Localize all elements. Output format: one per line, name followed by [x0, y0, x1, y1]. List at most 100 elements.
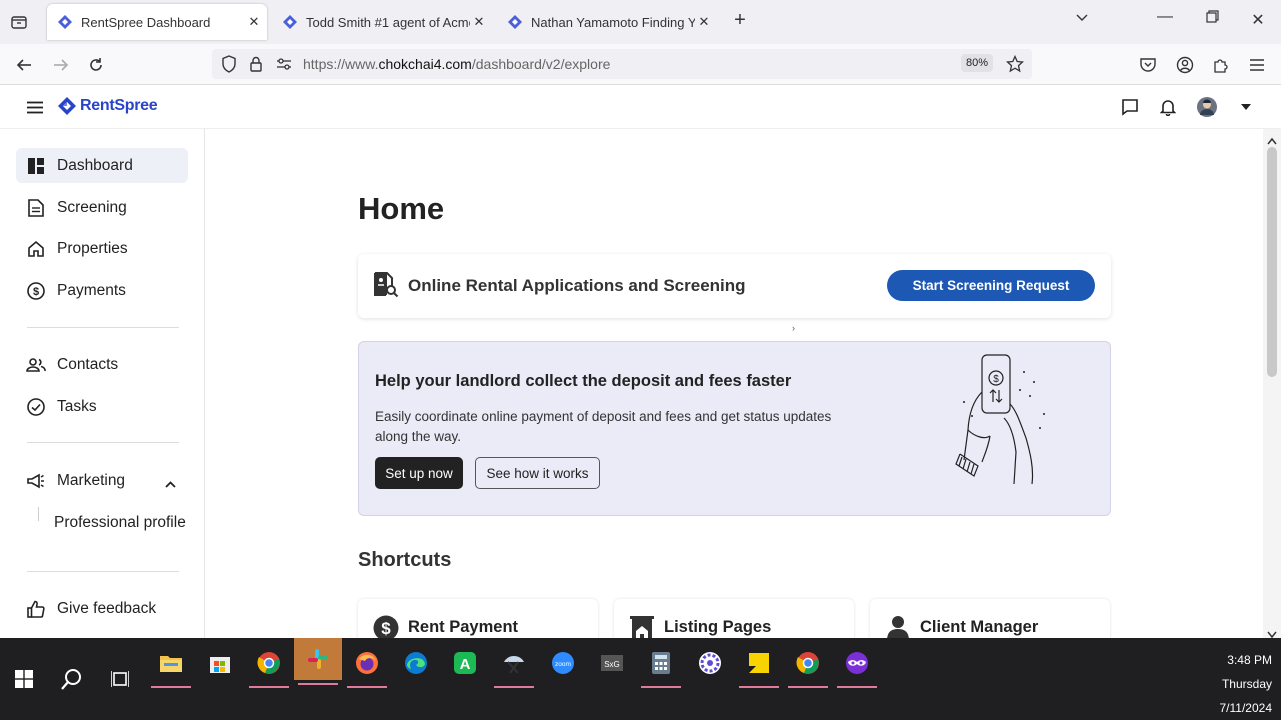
taskbar-clock[interactable]: 3:48 PM Thursday 7/11/2024: [1220, 648, 1273, 720]
sidebar-item-screening[interactable]: Screening: [16, 190, 188, 225]
shortcut-listing-pages[interactable]: Listing Pages: [614, 599, 854, 638]
page-scrollbar[interactable]: [1263, 129, 1281, 639]
file-explorer-icon[interactable]: [151, 643, 191, 688]
chat-icon[interactable]: [1119, 96, 1141, 118]
mouse-cursor: ›: [792, 323, 795, 333]
reload-icon[interactable]: [85, 54, 107, 76]
close-tab-icon[interactable]: ✕: [470, 14, 488, 30]
lock-icon[interactable]: [245, 53, 267, 75]
sticky-notes-icon[interactable]: [739, 643, 779, 688]
hamburger-menu-icon[interactable]: [1246, 54, 1268, 76]
shortcut-rent-payment[interactable]: $ Rent Payment: [358, 599, 598, 638]
url-path: /dashboard/v2/explore: [471, 56, 611, 72]
app-running-indicator: [249, 686, 289, 688]
url-host: chokchai4.com: [378, 56, 472, 72]
sidebar-item-label: Professional profile: [54, 513, 186, 531]
windows-start-icon[interactable]: [4, 659, 44, 699]
see-how-it-works-button[interactable]: See how it works: [475, 457, 600, 489]
shortcut-label: Client Manager: [920, 618, 1039, 636]
task-view-icon[interactable]: [100, 659, 140, 699]
url-text[interactable]: https://www.chokchai4.com/dashboard/v2/e…: [303, 56, 610, 72]
zoom-app-icon[interactable]: zoom: [543, 643, 583, 683]
account-icon[interactable]: [1174, 54, 1196, 76]
sidebar-item-professional-profile[interactable]: Professional profile: [44, 505, 194, 540]
microsoft-store-icon[interactable]: [200, 643, 240, 683]
set-up-now-button[interactable]: Set up now: [375, 457, 463, 489]
chrome-profile-icon[interactable]: [249, 643, 289, 688]
close-tab-icon[interactable]: ✕: [245, 14, 263, 30]
forward-arrow-icon[interactable]: [50, 54, 72, 76]
rentspree-favicon-icon: [57, 14, 73, 30]
sidebar-item-label: Properties: [57, 239, 128, 257]
close-tab-icon[interactable]: ✕: [695, 14, 713, 30]
sidebar-item-dashboard[interactable]: Dashboard: [16, 148, 188, 183]
sxg-app-icon[interactable]: SxG: [592, 643, 632, 683]
shield-icon[interactable]: [218, 53, 240, 75]
app-running-indicator: [739, 686, 779, 688]
app-running-indicator: [151, 686, 191, 688]
rentspree-logo[interactable]: RentSpree: [57, 96, 158, 116]
start-screening-request-button[interactable]: Start Screening Request: [887, 270, 1095, 301]
tab-todd-smith[interactable]: Todd Smith #1 agent of Acme ✕: [272, 4, 492, 40]
close-window-icon[interactable]: ✕: [1246, 10, 1270, 30]
masked-browser-icon[interactable]: [837, 643, 877, 688]
shortcut-client-manager[interactable]: Client Manager: [870, 599, 1110, 638]
home-icon: [26, 239, 46, 259]
sidebar-item-tasks[interactable]: Tasks: [16, 389, 188, 424]
sidebar-item-label: Tasks: [57, 397, 97, 415]
sidebar-divider: [27, 327, 179, 328]
tab-title: Todd Smith #1 agent of Acme: [306, 14, 470, 30]
extensions-puzzle-icon[interactable]: [1210, 54, 1232, 76]
sidebar-item-label: Dashboard: [57, 156, 133, 174]
tab-title: Nathan Yamamoto Finding Your: [531, 14, 695, 30]
app-running-indicator: [641, 686, 681, 688]
minimize-window-icon[interactable]: —: [1153, 8, 1177, 26]
url-prefix: https://www.: [303, 56, 379, 72]
tab-overflow-chevron-icon[interactable]: [1070, 10, 1094, 29]
sidebar-item-payments[interactable]: $ Payments: [16, 273, 188, 308]
menu-toggle-icon[interactable]: [24, 96, 46, 118]
purple-flower-app-icon[interactable]: [690, 643, 730, 683]
chevron-up-icon[interactable]: [165, 475, 176, 493]
shortcut-label: Rent Payment: [408, 618, 519, 636]
rentspree-favicon-icon: [282, 14, 298, 30]
green-a-app-icon[interactable]: A: [445, 643, 485, 683]
account-dropdown-chevron-icon[interactable]: [1235, 96, 1257, 118]
sidebar-item-properties[interactable]: Properties: [16, 231, 188, 266]
restore-window-icon[interactable]: [1200, 10, 1224, 28]
sidebar-item-give-feedback[interactable]: Give feedback: [16, 591, 188, 626]
sidebar-divider: [27, 442, 179, 443]
avatar[interactable]: [1196, 96, 1218, 118]
shortcut-label: Listing Pages: [664, 618, 772, 636]
snipping-tool-icon[interactable]: [494, 643, 534, 688]
notification-bell-icon[interactable]: [1157, 96, 1179, 118]
address-bar[interactable]: https://www.chokchai4.com/dashboard/v2/e…: [212, 49, 1032, 79]
bookmark-star-icon[interactable]: [1004, 53, 1026, 75]
scrollbar-thumb[interactable]: [1267, 147, 1277, 377]
pocket-icon[interactable]: [1137, 54, 1159, 76]
svg-text:SxG: SxG: [604, 660, 620, 669]
main-content: Home Online Rental Applications and Scre…: [205, 129, 1263, 638]
tab-rentspree-dashboard[interactable]: RentSpree Dashboard ✕: [47, 4, 267, 40]
sidebar-item-contacts[interactable]: Contacts: [16, 347, 188, 382]
tab-nathan-yamamoto[interactable]: Nathan Yamamoto Finding Your ✕: [497, 4, 717, 40]
search-icon[interactable]: [52, 659, 92, 699]
back-arrow-icon[interactable]: [13, 54, 35, 76]
svg-text:zoom: zoom: [555, 661, 571, 668]
edge-icon[interactable]: [396, 643, 436, 683]
dashboard-icon: [26, 156, 46, 176]
calculator-icon[interactable]: [641, 643, 681, 688]
zoom-level-badge[interactable]: 80%: [961, 54, 994, 72]
chrome-icon[interactable]: [788, 643, 828, 688]
page-title: Home: [358, 191, 445, 226]
site-permissions-icon[interactable]: [273, 53, 295, 75]
firefox-icon[interactable]: [347, 643, 387, 688]
rentspree-favicon-icon: [507, 14, 523, 30]
app-running-indicator: [494, 686, 534, 688]
sidebar-item-marketing[interactable]: Marketing: [16, 463, 188, 498]
screening-card-title: Online Rental Applications and Screening: [408, 276, 746, 295]
new-tab-button[interactable]: +: [728, 9, 752, 32]
slack-icon[interactable]: [294, 638, 342, 685]
app-header: RentSpree: [0, 85, 1281, 129]
tab-list-icon[interactable]: [8, 11, 30, 33]
